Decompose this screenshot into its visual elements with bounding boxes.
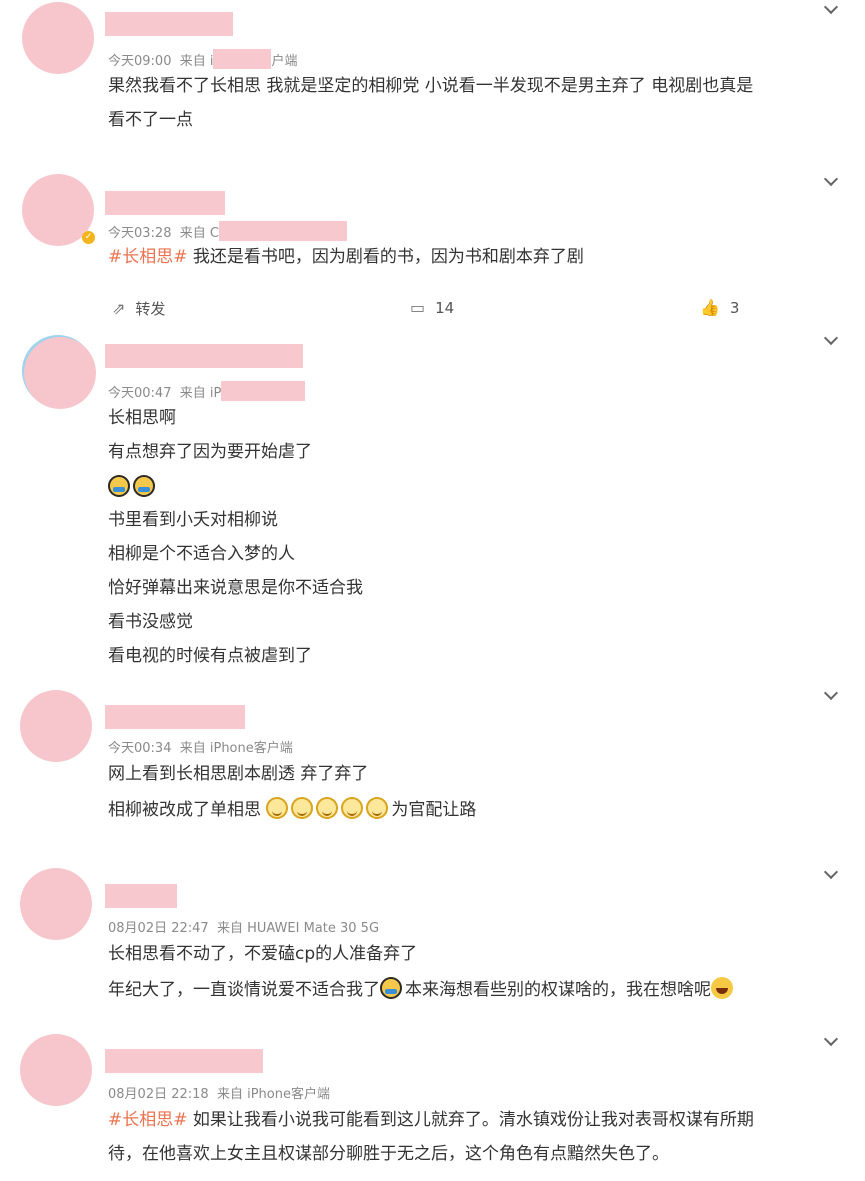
post-text-line: 待，在他喜欢上女主且权谋部分聊胜于无之后，这个角色有点黯然失色了。 (108, 1144, 669, 1164)
crying-emoji-icon (108, 475, 130, 497)
avatar[interactable] (24, 337, 96, 409)
post-meta: 今天00:34 来自 iPhone客户端 (108, 737, 293, 756)
post-text: 年纪大了，一直谈情说爱不适合我了 (108, 980, 380, 1000)
username-redacted[interactable] (105, 344, 303, 368)
comment-count: 14 (435, 299, 455, 317)
post-source-suffix: 户端 (271, 54, 298, 69)
post-time: 今天03:28 (108, 226, 172, 241)
post-text-line: 相柳被改成了单相思 为官配让路 (108, 797, 476, 821)
verified-badge-icon: ✓ (82, 231, 95, 244)
like-count: 3 (729, 299, 740, 317)
chevron-down-icon[interactable] (824, 333, 836, 345)
post-time: 08月02日 22:18 (108, 1087, 209, 1102)
username-redacted[interactable] (105, 191, 225, 215)
post-source: 来自 iPhone客户端 (179, 741, 293, 756)
post-text-line: #长相思# 我还是看书吧，因为剧看的书，因为书和剧本弃了剧 (108, 246, 584, 268)
post-text: 如果让我看小说我可能看到这儿就弃了。清水镇戏份让我对表哥权谋有所期 (187, 1110, 754, 1130)
avatar[interactable] (20, 1034, 92, 1106)
post-text: 为官配让路 (391, 800, 477, 820)
post-text-line: 有点想弃了因为要开始虐了 (108, 442, 312, 462)
post-text-line: 看书没感觉 (108, 612, 193, 632)
post-source: 来自 iP (179, 386, 222, 401)
username-redacted[interactable] (105, 705, 245, 729)
post-meta: 08月02日 22:18 来自 iPhone客户端 (108, 1083, 330, 1102)
source-redaction (221, 381, 306, 401)
post-text-line: 看不了一点 (108, 110, 193, 130)
like-button[interactable]: 👍 3 (700, 298, 739, 318)
post-text: 本来海想看些别的权谋啥的，我在想啥呢 (405, 980, 711, 1000)
topic-tag[interactable]: #长相思# (108, 1110, 188, 1130)
post-text-line: 年纪大了，一直谈情说爱不适合我了 本来海想看些别的权谋啥的，我在想啥呢 (108, 977, 736, 1001)
post-text-line: 相柳是个不适合入梦的人 (108, 544, 295, 564)
topic-tag[interactable]: #长相思# (108, 247, 188, 267)
chevron-down-icon[interactable] (824, 174, 836, 186)
repost-label: 转发 (135, 300, 166, 318)
post-meta: 08月02日 22:47 来自 HUAWEI Mate 30 5G (108, 917, 379, 936)
smile-emoji-icon (291, 797, 314, 819)
avatar[interactable] (22, 2, 94, 74)
thumbs-up-icon: 👍 (700, 298, 720, 317)
post-time: 今天09:00 (108, 54, 172, 69)
username-redacted[interactable] (105, 1049, 263, 1073)
post-text-line: 看电视的时候有点被虐到了 (108, 646, 312, 666)
post-source: 来自 i (179, 54, 214, 69)
source-redaction (213, 49, 272, 69)
post-meta: 今天03:28 来自 C (108, 221, 347, 241)
post-text: 相柳被改成了单相思 (108, 800, 261, 820)
chevron-down-icon[interactable] (824, 2, 836, 14)
post-text-line: 长相思啊 (108, 408, 176, 428)
post-text: 我还是看书吧，因为剧看的书，因为书和剧本弃了剧 (187, 247, 584, 267)
post-text-line: 长相思看不动了，不爱磕cp的人准备弃了 (108, 944, 418, 964)
laughing-emoji-icon (711, 977, 733, 999)
post-text-line: 网上看到长相思剧本剧透 弃了弃了 (108, 764, 369, 784)
post-text-line: 恰好弹幕出来说意思是你不适合我 (108, 578, 363, 598)
post-text-line: 书里看到小夭对相柳说 (108, 510, 278, 530)
chevron-down-icon[interactable] (824, 1034, 836, 1046)
smile-emoji-icon (366, 797, 389, 819)
emoji-line (108, 475, 158, 499)
smile-emoji-icon (341, 797, 364, 819)
post-source: 来自 iPhone客户端 (216, 1087, 330, 1102)
avatar[interactable] (20, 690, 92, 762)
smile-emoji-icon (266, 797, 289, 819)
post-text-line: #长相思# 如果让我看小说我可能看到这儿就弃了。清水镇戏份让我对表哥权谋有所期 (108, 1109, 754, 1131)
crying-emoji-icon (380, 977, 402, 999)
username-redacted[interactable] (105, 884, 177, 908)
share-icon: ⇗ (112, 299, 126, 318)
chevron-down-icon[interactable] (824, 688, 836, 700)
post-source: 来自 HUAWEI Mate 30 5G (216, 921, 380, 936)
post-source: 来自 C (179, 226, 219, 241)
post-time: 今天00:34 (108, 741, 172, 756)
post-time: 08月02日 22:47 (108, 921, 209, 936)
post-text-line: 果然我看不了长相思 我就是坚定的相柳党 小说看一半发现不是男主弃了 电视剧也真是 (108, 76, 754, 96)
comment-icon: ▭ (410, 298, 426, 317)
crying-emoji-icon (133, 475, 155, 497)
repost-button[interactable]: ⇗ 转发 (112, 298, 165, 319)
post-time: 今天00:47 (108, 386, 172, 401)
post-meta: 今天00:47 来自 iP (108, 381, 306, 401)
avatar[interactable] (20, 868, 92, 940)
username-redacted[interactable] (105, 12, 233, 36)
chevron-down-icon[interactable] (824, 867, 836, 879)
source-redaction (218, 221, 347, 241)
post-meta: 今天09:00 来自 i 户端 (108, 49, 298, 69)
smile-emoji-icon (316, 797, 339, 819)
comment-button[interactable]: ▭ 14 (410, 298, 454, 317)
